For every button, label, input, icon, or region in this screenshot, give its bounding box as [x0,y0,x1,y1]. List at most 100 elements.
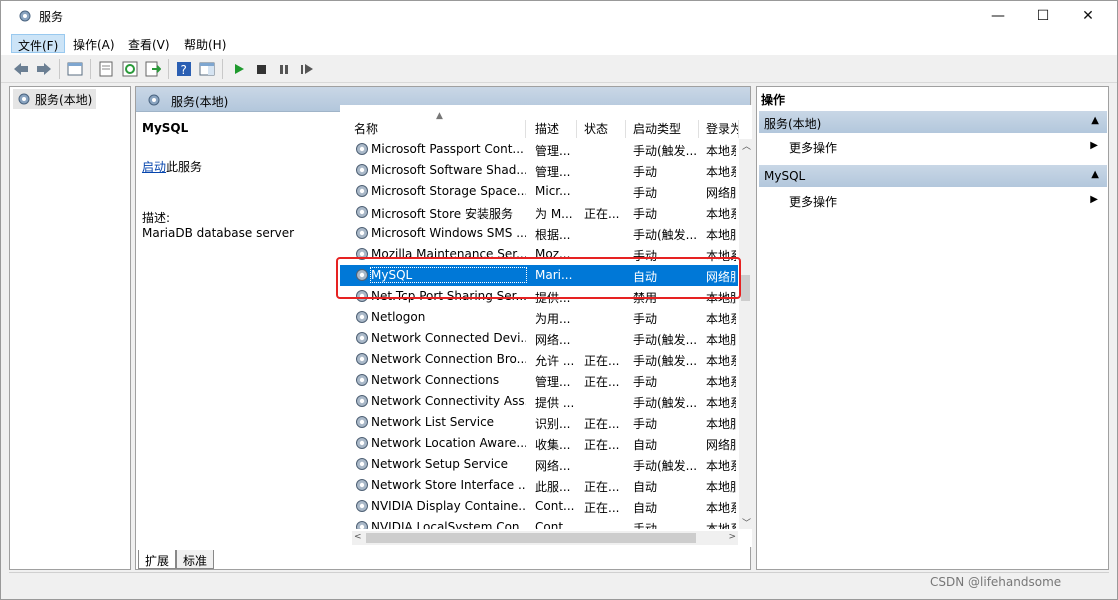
help-icon[interactable]: ? [174,59,194,79]
start-service-text: 启动此服务 [142,158,202,175]
service-row[interactable]: Network Connectivity Ass... 提供 ... 手动(触发..… [340,391,738,412]
service-description: 为用... [535,312,571,326]
restart-service-icon[interactable] [297,59,317,79]
service-startup-type: 手动 [633,165,658,179]
start-service-icon[interactable] [229,59,249,79]
minimize-button[interactable]: — [975,1,1021,31]
service-row[interactable]: Netlogon 为用... 手动 本地系 [340,307,738,328]
service-row[interactable]: Network Setup Service 网络... 手动(触发... 本地系 [340,454,738,475]
service-status: 正在... [584,354,620,368]
scroll-left-icon[interactable]: < [354,532,362,542]
actions-group-header[interactable]: 服务(本地) ▲ [759,111,1107,133]
console-tree: 服务(本地) [9,86,131,570]
service-row[interactable]: Network Location Aware... 收集... 正在... 自动 网络服 [340,433,738,454]
services-gear-icon [148,94,160,106]
toolbar: ? [1,55,1117,83]
service-log-on-as: 本地系 [706,459,736,473]
service-description: Cont... [535,499,575,513]
tab-extended[interactable]: 扩展 [138,550,177,569]
service-startup-type: 自动 [633,438,658,452]
tree-item-label: 服务(本地) [35,93,93,107]
toolbar-separator [222,59,223,79]
service-log-on-as: 网络服 [706,438,736,452]
service-startup-type: 自动 [633,501,658,515]
refresh-icon[interactable] [120,59,140,79]
column-startup-type[interactable]: 启动类型 [633,120,699,138]
menu-action[interactable]: 操作(A) [67,34,121,53]
actions-group-header[interactable]: MySQL ▲ [759,165,1107,187]
more-actions-item[interactable]: 更多操作 [789,139,837,156]
service-log-on-as: 本地系 [706,522,736,529]
scroll-up-icon[interactable]: ︿ [742,139,751,152]
svg-text:?: ? [181,63,187,77]
service-row[interactable]: Network List Service 识别... 正在... 手动 本地服 [340,412,738,433]
service-gear-icon [356,353,368,365]
scroll-down-icon[interactable]: ﹀ [742,516,751,529]
pause-service-icon[interactable] [274,59,294,79]
service-row[interactable]: NVIDIA LocalSystem Con... Cont... 手动 本地系 [340,517,738,529]
column-name[interactable]: 名称 [354,120,526,138]
tree-item-services-local[interactable]: 服务(本地) [13,89,97,109]
horizontal-scroll-thumb[interactable] [366,533,696,543]
service-gear-icon [356,416,368,428]
service-row[interactable]: Network Connection Bro... 允许 ... 正在... 手动(触… [340,349,738,370]
console-tree-icon[interactable] [65,59,85,79]
service-row[interactable]: Microsoft Store 安装服务 为 M... 正在... 手动 本地系 [340,202,738,223]
menu-bar: 文件(F) 操作(A) 查看(V) 帮助(H) [1,31,1117,55]
collapse-icon[interactable]: ▲ [1091,169,1099,180]
service-row[interactable]: Network Connections 管理... 正在... 手动 本地系 [340,370,738,391]
more-actions-item[interactable]: 更多操作 [789,193,837,210]
collapse-icon[interactable]: ▲ [1091,115,1099,126]
service-log-on-as: 本地系 [706,312,736,326]
service-description: 网络... [535,459,571,473]
vertical-scroll-thumb[interactable] [741,275,750,301]
column-log-on-as[interactable]: 登录为 [706,120,739,138]
service-log-on-as: 本地服 [706,228,736,242]
forward-icon[interactable] [34,59,54,79]
show-hide-pane-icon[interactable] [197,59,217,79]
service-startup-type: 手动 [633,312,658,326]
highlight-box [336,257,741,299]
menu-file[interactable]: 文件(F) [11,34,66,53]
services-rows: Microsoft Passport Cont... 管理... 手动(触发... 本… [340,139,738,529]
service-log-on-as: 本地系 [706,501,736,515]
maximize-button[interactable]: ☐ [1020,1,1066,31]
menu-help[interactable]: 帮助(H) [178,34,232,53]
service-row[interactable]: Microsoft Storage Space... Micr... 手动 网络服 [340,181,738,202]
service-row[interactable]: NVIDIA Display Containe... Cont... 正在... 自动… [340,496,738,517]
view-tabs: 扩展 标准 [136,550,750,570]
service-gear-icon [356,227,368,239]
service-name: Microsoft Store 安装服务 [371,207,513,221]
start-service-link[interactable]: 启动 [142,160,166,174]
service-row[interactable]: Microsoft Passport Cont... 管理... 手动(触发... 本… [340,139,738,160]
close-button[interactable]: ✕ [1065,1,1111,31]
column-description[interactable]: 描述 [535,120,577,138]
service-row[interactable]: Microsoft Windows SMS ... 根据... 手动(触发... 本地… [340,223,738,244]
service-name: NVIDIA LocalSystem Con... [371,520,526,529]
export-list-icon[interactable] [143,59,163,79]
description-label: 描述: [142,211,171,225]
service-status: 正在... [584,417,620,431]
column-status[interactable]: 状态 [584,120,626,138]
service-row[interactable]: Network Connected Devi... 网络... 手动(触发... 本地… [340,328,738,349]
back-icon[interactable] [11,59,31,79]
horizontal-scrollbar[interactable]: < > [352,531,738,545]
scroll-right-icon[interactable]: > [728,532,736,542]
service-description: Cont... [535,520,575,529]
service-log-on-as: 本地系 [706,144,736,158]
service-status: 正在... [584,480,620,494]
service-description: 管理... [535,375,571,389]
tab-standard[interactable]: 标准 [176,550,215,569]
service-name: NVIDIA Display Containe... [371,499,526,513]
service-name: Network Connected Devi... [371,331,526,345]
service-row[interactable]: Microsoft Software Shad... 管理... 手动 本地系 [340,160,738,181]
list-header: ▲ 名称 描述 状态 启动类型 登录为 [340,111,752,138]
properties-icon[interactable] [96,59,116,79]
service-log-on-as: 网络服 [706,186,736,200]
vertical-scrollbar[interactable]: ︿ ﹀ [739,139,752,529]
menu-view[interactable]: 查看(V) [122,34,176,53]
service-gear-icon [356,395,368,407]
stop-service-icon[interactable] [251,59,271,79]
service-row[interactable]: Network Store Interface ... 此服... 正在... 自动 本… [340,475,738,496]
services-panel: 服务(本地) MySQL 启动此服务 描述: MariaDB database … [135,86,752,570]
